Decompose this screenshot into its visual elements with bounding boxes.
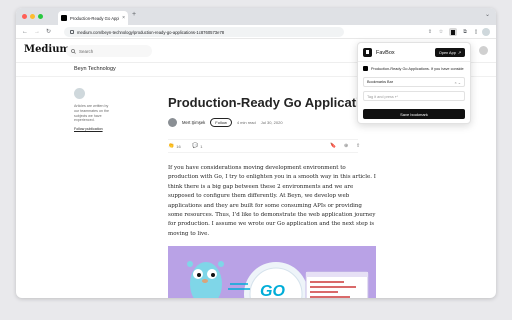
tags-input[interactable]: Tag it and press ↵: [363, 91, 465, 101]
save-bookmark-button[interactable]: Save bookmark: [363, 109, 465, 119]
tab-title: Production-Ready Go Appl...: [70, 15, 120, 21]
share-icon[interactable]: ⇪: [426, 28, 434, 36]
profile-avatar-icon[interactable]: [482, 28, 490, 36]
author-name[interactable]: Mert Şimşek: [182, 120, 205, 125]
address-toolbar: ← → ↻ medium.com/beyn-technology/product…: [16, 25, 496, 39]
medium-logo[interactable]: Medium: [24, 44, 70, 55]
url-text: medium.com/beyn-technology/production-re…: [77, 29, 225, 35]
tab-bar: Production-Ready Go Appl... × + ⌄: [16, 8, 496, 25]
open-app-label: Open App: [438, 50, 456, 55]
folder-select-value: Bookmarks Bar: [367, 80, 393, 84]
minimize-window-button[interactable]: [30, 14, 35, 19]
publication-sidebar: Articles are written by our teammates on…: [74, 88, 114, 131]
favbox-logo-icon: [363, 48, 372, 57]
listen-icon[interactable]: ⊕: [344, 143, 348, 149]
popup-header: FavBox: [363, 48, 395, 57]
clap-icon: 👏: [168, 143, 175, 149]
article-title: Production-Ready Go Application: [168, 95, 376, 110]
author-avatar[interactable]: [168, 118, 177, 127]
tab-search-chevron-icon[interactable]: ⌄: [485, 11, 490, 18]
folder-select[interactable]: Bookmarks Bar × ⌄: [363, 77, 465, 87]
close-window-button[interactable]: [22, 14, 27, 19]
forward-button[interactable]: →: [34, 28, 40, 36]
author-row: Mert Şimşek Follow 4 min read Jul 30, 20…: [168, 118, 283, 127]
folder-select-controls[interactable]: × ⌄: [455, 80, 461, 85]
favbox-popup: FavBox Open App ↗ Production-Ready Go Ap…: [357, 42, 471, 124]
favbox-extension-icon[interactable]: [449, 28, 457, 36]
tab-close-button[interactable]: ×: [122, 15, 125, 21]
browser-window: Production-Ready Go Appl... × + ⌄ ← → ↻ …: [16, 8, 496, 298]
article-paragraph: If you have considerations moving develo…: [168, 165, 376, 237]
clap-count: 16: [176, 143, 181, 149]
medium-favicon-icon: [61, 15, 67, 21]
user-avatar[interactable]: [479, 46, 488, 55]
read-time: 4 min read: [236, 120, 256, 125]
article-actions: 👏 16 💬 1 🔖 ⊕ ⇧: [168, 139, 360, 153]
article-hero-image: GO: [168, 246, 376, 298]
follow-publication-link[interactable]: Follow publication: [74, 127, 114, 131]
search-placeholder: Search: [79, 48, 94, 54]
publication-name[interactable]: Beyn Technology: [74, 66, 116, 72]
new-tab-button[interactable]: +: [132, 11, 136, 18]
star-bookmark-icon[interactable]: ☆: [437, 28, 445, 36]
lock-icon: [70, 30, 74, 34]
share-article-icon[interactable]: ⇧: [356, 143, 360, 149]
back-button[interactable]: ←: [22, 28, 28, 36]
active-tab[interactable]: Production-Ready Go Appl... ×: [58, 11, 128, 25]
bookmark-title-row: Production-Ready Go Applications. If you…: [363, 66, 465, 71]
clap-button[interactable]: 👏 16: [168, 143, 181, 149]
go-gopher-illustration: GO: [187, 261, 369, 298]
comment-icon: 💬: [192, 143, 199, 149]
favbox-app-name: FavBox: [376, 49, 395, 56]
open-app-button[interactable]: Open App ↗: [434, 48, 465, 57]
extensions-puzzle-icon[interactable]: ⧉: [461, 28, 469, 36]
comment-count: 1: [200, 143, 203, 149]
tags-placeholder: Tag it and press ↵: [367, 94, 399, 99]
bookmark-title: Production-Ready Go Applications. If you…: [371, 66, 464, 71]
popup-divider: [358, 61, 470, 62]
maximize-window-button[interactable]: [38, 14, 43, 19]
external-link-icon: ↗: [457, 51, 461, 55]
sidebar-toggle-icon[interactable]: ▯: [472, 28, 480, 36]
follow-button[interactable]: Follow: [210, 118, 232, 127]
comment-button[interactable]: 💬 1: [192, 143, 202, 149]
publication-logo[interactable]: [74, 88, 85, 99]
page-favicon-icon: [363, 66, 368, 71]
publication-description: Articles are written by our teammates on…: [74, 104, 109, 123]
go-logo-text: GO: [260, 283, 285, 298]
search-icon: [71, 48, 76, 54]
save-bookmark-icon[interactable]: 🔖: [330, 143, 336, 149]
publish-date: Jul 30, 2020: [260, 120, 283, 125]
url-bar[interactable]: medium.com/beyn-technology/production-re…: [64, 27, 344, 37]
search-input[interactable]: Search: [66, 45, 152, 57]
reload-button[interactable]: ↻: [46, 28, 51, 36]
